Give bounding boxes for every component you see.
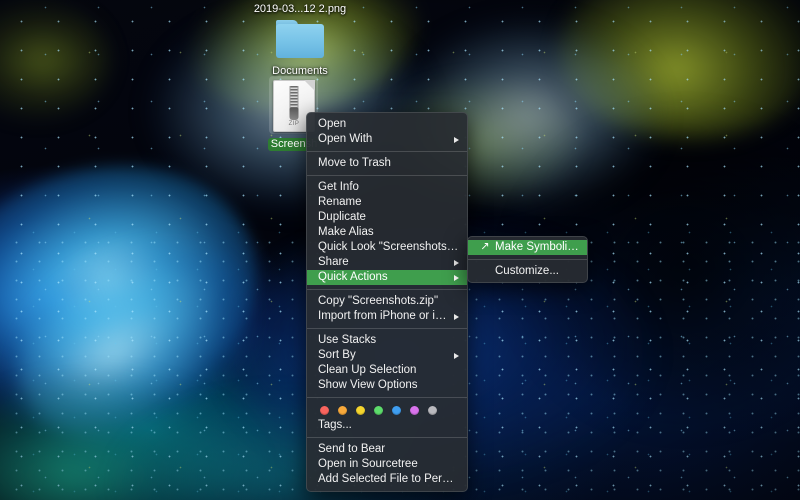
menu-item-label: Clean Up Selection xyxy=(318,364,417,376)
menu-item-open[interactable]: Open xyxy=(307,117,467,132)
menu-item-sort-by[interactable]: Sort By xyxy=(307,348,467,363)
menu-item-label: Send to Bear xyxy=(318,443,386,455)
menu-separator xyxy=(307,175,467,176)
menu-item-show-view-options[interactable]: Show View Options xyxy=(307,378,467,393)
menu-item-label: Quick Actions xyxy=(318,271,388,283)
desktop-icon-png-file[interactable]: 2019-03...12 2.png xyxy=(245,0,355,17)
menu-item-label: Copy "Screenshots.zip" xyxy=(318,295,439,307)
diagonal-arrow-icon: ↗ xyxy=(480,240,490,253)
zipper-pull-icon xyxy=(289,108,299,120)
tag-dot-orange[interactable] xyxy=(338,406,347,415)
folder-icon xyxy=(276,20,324,58)
menu-item-tags[interactable]: Tags... xyxy=(307,418,467,433)
menu-separator xyxy=(307,397,467,398)
menu-separator xyxy=(307,437,467,438)
menu-item-get-info[interactable]: Get Info xyxy=(307,180,467,195)
menu-item-share[interactable]: Share xyxy=(307,255,467,270)
folder-body xyxy=(276,24,324,58)
desktop-icon-documents[interactable]: Documents xyxy=(245,20,355,79)
tag-dot-purple[interactable] xyxy=(410,406,419,415)
menu-item-label: Open in Sourcetree xyxy=(318,458,418,470)
menu-item-rename[interactable]: Rename xyxy=(307,195,467,210)
menu-item-move-to-trash[interactable]: Move to Trash xyxy=(307,156,467,171)
context-menu[interactable]: Open Open With Move to Trash Get Info Re… xyxy=(306,112,468,492)
tag-color-row[interactable] xyxy=(307,402,467,418)
menu-item-clean-up-selection[interactable]: Clean Up Selection xyxy=(307,363,467,378)
menu-item-label: Use Stacks xyxy=(318,334,377,346)
tag-dot-green[interactable] xyxy=(374,406,383,415)
menu-item-label: Tags... xyxy=(318,419,352,431)
tag-dot-red[interactable] xyxy=(320,406,329,415)
menu-item-label: Show View Options xyxy=(318,379,418,391)
menu-item-open-with[interactable]: Open With xyxy=(307,132,467,147)
menu-item-use-stacks[interactable]: Use Stacks xyxy=(307,333,467,348)
chevron-right-icon xyxy=(454,274,459,281)
menu-item-label: Sort By xyxy=(318,349,356,361)
menu-item-open-in-sourcetree[interactable]: Open in Sourcetree xyxy=(307,457,467,472)
desktop[interactable]: 2019-03...12 2.png Documents ZIP Screens… xyxy=(0,0,800,500)
menu-item-label: Open With xyxy=(318,133,373,145)
chevron-right-icon xyxy=(454,136,459,143)
menu-item-add-to-permute[interactable]: Add Selected File to Permute xyxy=(307,472,467,487)
submenu-item-label: Make Symbolic Link xyxy=(495,241,579,253)
menu-item-import-from-iphone[interactable]: Import from iPhone or iPad xyxy=(307,309,467,324)
menu-item-label: Get Info xyxy=(318,181,359,193)
desktop-icon-label-png: 2019-03...12 2.png xyxy=(253,3,347,15)
submenu-item-customize[interactable]: Customize... xyxy=(468,264,587,279)
menu-item-label: Import from iPhone or iPad xyxy=(318,310,448,322)
tag-dot-blue[interactable] xyxy=(392,406,401,415)
quick-actions-submenu[interactable]: ↗ Make Symbolic Link Customize... xyxy=(467,236,588,283)
menu-item-label: Share xyxy=(318,256,349,268)
menu-item-send-to-bear[interactable]: Send to Bear xyxy=(307,442,467,457)
menu-separator xyxy=(307,328,467,329)
menu-item-label: Open xyxy=(318,118,347,130)
menu-item-label: Add Selected File to Permute xyxy=(318,473,459,485)
menu-item-quick-look[interactable]: Quick Look "Screenshots.zip" xyxy=(307,240,467,255)
menu-item-make-alias[interactable]: Make Alias xyxy=(307,225,467,240)
menu-separator xyxy=(307,289,467,290)
menu-item-label: Rename xyxy=(318,196,362,208)
submenu-item-make-symbolic-link[interactable]: ↗ Make Symbolic Link xyxy=(468,240,587,255)
menu-item-copy[interactable]: Copy "Screenshots.zip" xyxy=(307,294,467,309)
menu-item-label: Duplicate xyxy=(318,211,366,223)
zipper-teeth-icon xyxy=(289,86,299,110)
menu-item-duplicate[interactable]: Duplicate xyxy=(307,210,467,225)
menu-separator xyxy=(468,259,587,260)
tag-dot-gray[interactable] xyxy=(428,406,437,415)
menu-item-label: Make Alias xyxy=(318,226,374,238)
tag-dot-yellow[interactable] xyxy=(356,406,365,415)
submenu-item-label: Customize... xyxy=(495,265,559,277)
chevron-right-icon xyxy=(454,352,459,359)
menu-item-label: Move to Trash xyxy=(318,157,391,169)
chevron-right-icon xyxy=(454,259,459,266)
menu-item-quick-actions[interactable]: Quick Actions xyxy=(307,270,467,285)
menu-item-label: Quick Look "Screenshots.zip" xyxy=(318,241,459,253)
menu-separator xyxy=(307,151,467,152)
chevron-right-icon xyxy=(454,313,459,320)
